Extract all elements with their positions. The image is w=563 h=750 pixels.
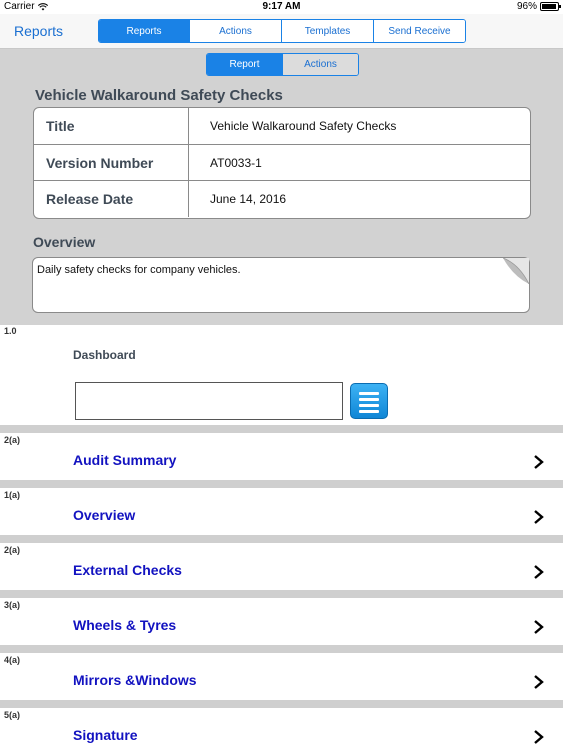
- dashboard-number: 1.0: [4, 326, 17, 336]
- section-number: 2(a): [4, 435, 21, 445]
- report-heading: Vehicle Walkaround Safety Checks: [35, 87, 283, 104]
- report-header-panel: Report Actions Vehicle Walkaround Safety…: [0, 49, 563, 325]
- status-bar: Carrier 9:17 AM 96%: [0, 0, 563, 14]
- info-label: Title: [46, 118, 75, 134]
- chevron-right-icon: [534, 675, 544, 689]
- tab-templates[interactable]: Templates: [281, 20, 373, 42]
- main-segmented-control: Reports Actions Templates Send Receive: [98, 19, 466, 43]
- section-title: Audit Summary: [73, 452, 177, 468]
- overview-label: Overview: [33, 234, 96, 250]
- reports-back-button[interactable]: Reports: [14, 23, 63, 39]
- battery-icon: [540, 2, 561, 11]
- section-title: Wheels & Tyres: [73, 617, 177, 633]
- list-item-mirrors-windows[interactable]: 4(a) Mirrors &Windows: [0, 653, 563, 700]
- overview-text: Daily safety checks for company vehicles…: [37, 264, 241, 276]
- row-separator: [0, 535, 563, 543]
- info-label: Release Date: [46, 191, 134, 207]
- list-item-signature[interactable]: 5(a) Signature: [0, 708, 563, 750]
- chevron-right-icon: [534, 620, 544, 634]
- row-separator: [0, 645, 563, 653]
- dashboard-label: Dashboard: [73, 348, 136, 362]
- tab-reports[interactable]: Reports: [99, 20, 189, 42]
- section-number: 1(a): [4, 490, 21, 500]
- list-item-wheels-tyres[interactable]: 3(a) Wheels & Tyres: [0, 598, 563, 645]
- list-item-external-checks[interactable]: 2(a) External Checks: [0, 543, 563, 590]
- info-label: Version Number: [46, 155, 154, 171]
- report-info-table: Title Vehicle Walkaround Safety Checks V…: [33, 107, 531, 219]
- info-row-version: Version Number AT0033-1: [34, 144, 530, 181]
- navigation-bar: Reports Reports Actions Templates Send R…: [0, 14, 563, 49]
- info-row-title: Title Vehicle Walkaround Safety Checks: [34, 108, 530, 144]
- subtab-actions[interactable]: Actions: [282, 54, 358, 75]
- list-item-audit-summary[interactable]: 2(a) Audit Summary: [0, 433, 563, 480]
- battery-percent: 96%: [516, 1, 537, 12]
- chevron-right-icon: [534, 455, 544, 469]
- page-curl-icon: [503, 258, 529, 284]
- list-menu-button[interactable]: [350, 383, 388, 419]
- info-value[interactable]: AT0033-1: [210, 156, 262, 170]
- list-item-overview[interactable]: 1(a) Overview: [0, 488, 563, 535]
- chevron-right-icon: [534, 565, 544, 579]
- info-value[interactable]: June 14, 2016: [210, 192, 286, 206]
- section-number: 5(a): [4, 710, 21, 720]
- section-number: 2(a): [4, 545, 21, 555]
- status-time: 9:17 AM: [262, 1, 301, 12]
- sub-segmented-control: Report Actions: [206, 53, 359, 76]
- dashboard-input[interactable]: [75, 382, 343, 420]
- row-separator: [0, 700, 563, 708]
- tab-send-receive[interactable]: Send Receive: [373, 20, 465, 42]
- info-value[interactable]: Vehicle Walkaround Safety Checks: [210, 119, 396, 133]
- section-number: 3(a): [4, 600, 21, 610]
- info-row-release-date: Release Date June 14, 2016: [34, 180, 530, 217]
- section-number: 4(a): [4, 655, 21, 665]
- row-separator: [0, 425, 563, 433]
- subtab-report[interactable]: Report: [207, 54, 282, 75]
- section-title: Signature: [73, 727, 138, 743]
- section-title: Mirrors &Windows: [73, 672, 197, 688]
- row-separator: [0, 480, 563, 488]
- section-title: External Checks: [73, 562, 182, 578]
- overview-textbox[interactable]: Daily safety checks for company vehicles…: [32, 257, 530, 313]
- chevron-right-icon: [534, 510, 544, 524]
- tab-actions[interactable]: Actions: [189, 20, 281, 42]
- row-separator: [0, 590, 563, 598]
- chevron-right-icon: [534, 730, 544, 744]
- section-title: Overview: [73, 507, 136, 523]
